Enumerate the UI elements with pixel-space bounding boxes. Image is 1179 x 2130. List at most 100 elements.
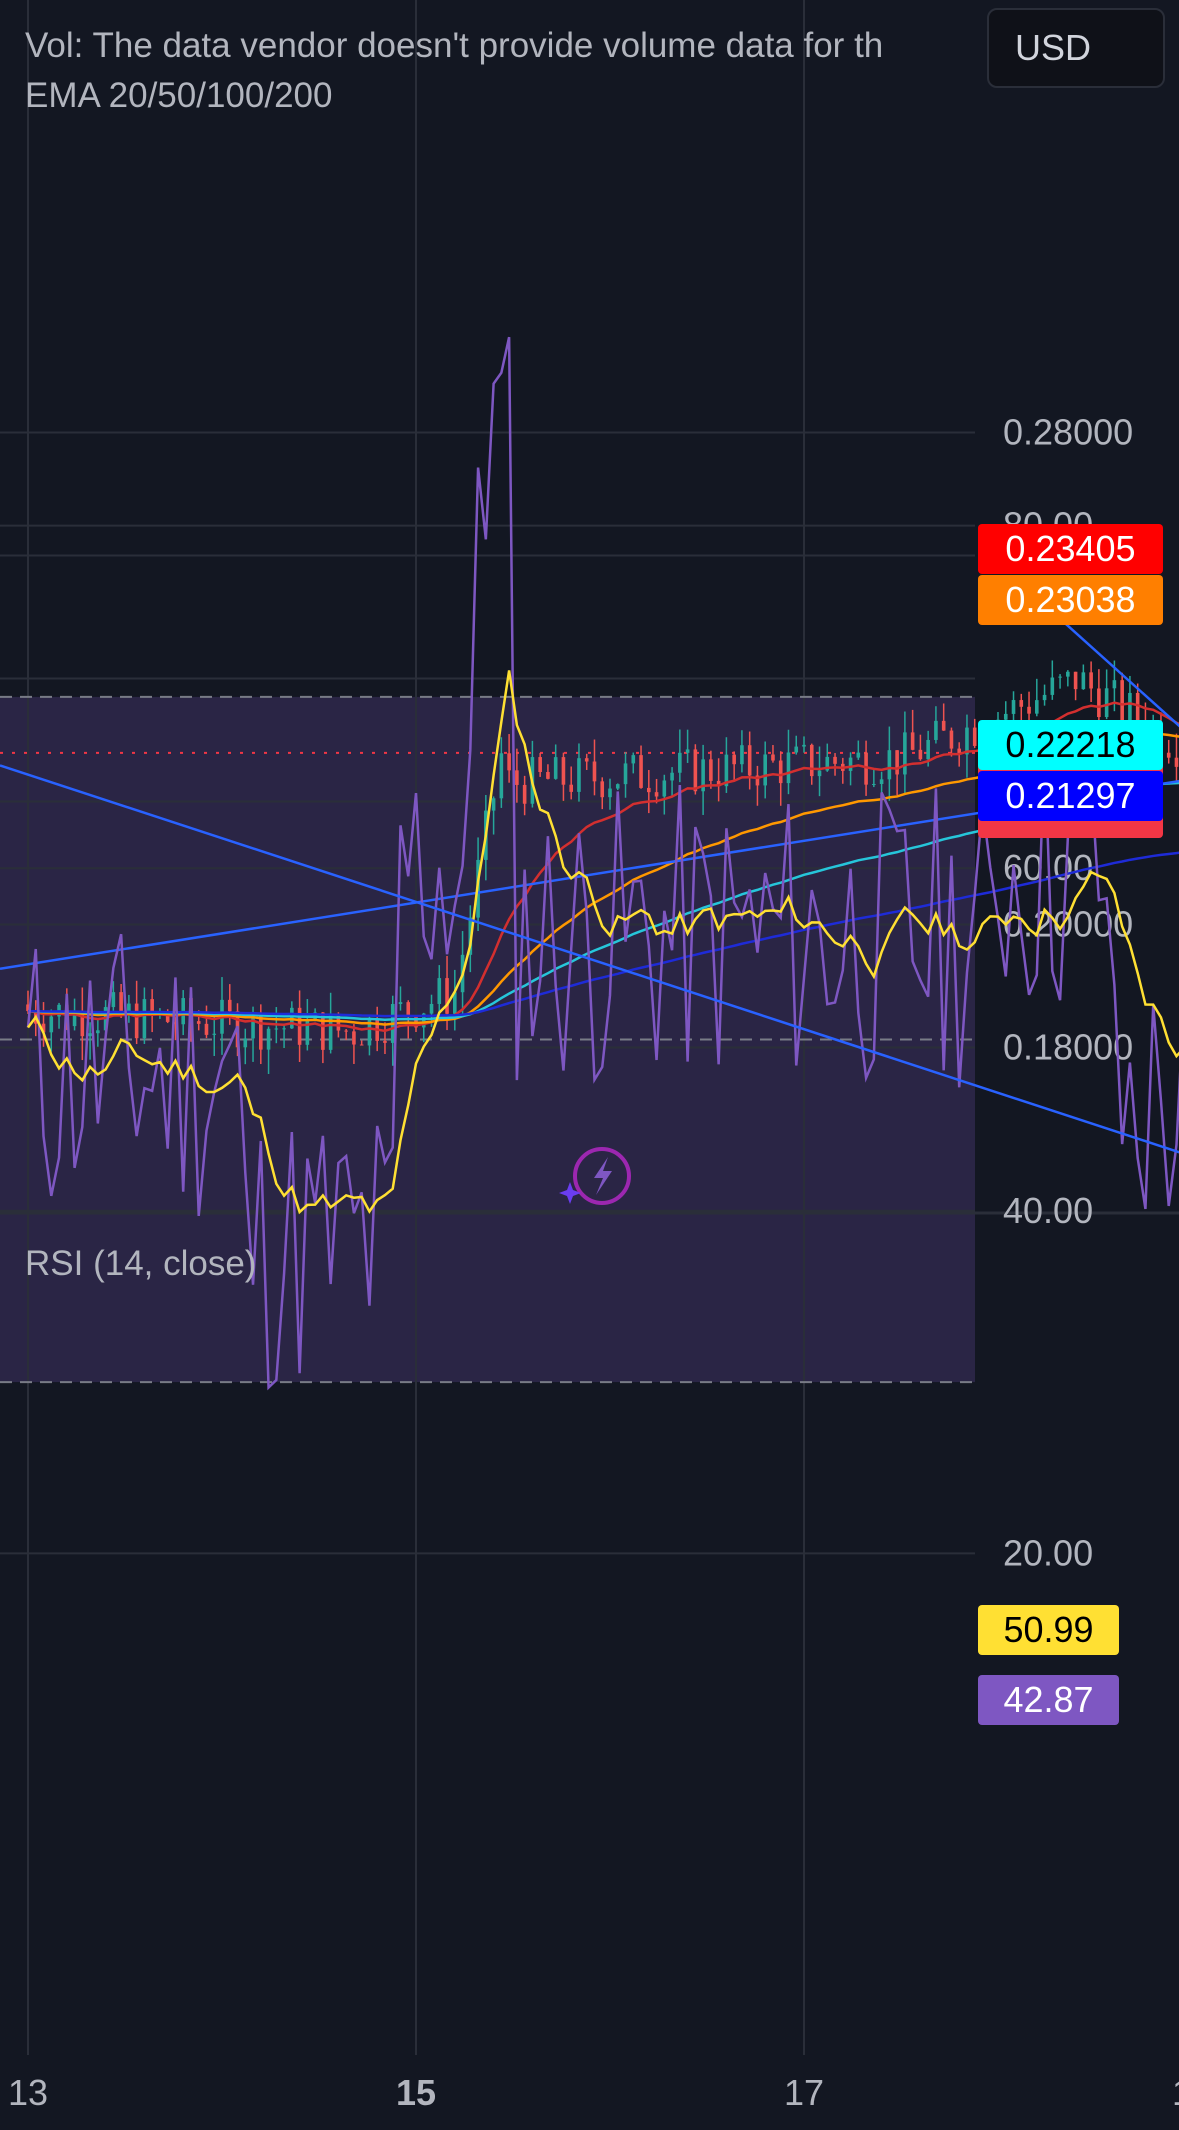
- candle: [1058, 676, 1062, 678]
- candle: [678, 752, 682, 773]
- candle: [196, 1021, 201, 1024]
- chart-canvas[interactable]: 0.280000.260000.200000.1800080.0060.0040…: [0, 0, 1179, 2130]
- price-tag: 0.23405: [978, 524, 1163, 574]
- candle: [1019, 700, 1024, 707]
- time-axis-label: 13: [8, 2072, 48, 2113]
- candle: [941, 720, 946, 731]
- candle: [654, 792, 659, 797]
- candle: [615, 784, 620, 789]
- candle: [499, 753, 504, 799]
- candle: [934, 720, 938, 740]
- candle: [647, 787, 651, 793]
- candle: [538, 757, 542, 773]
- candle: [592, 761, 597, 782]
- candle: [227, 999, 232, 1012]
- candle: [398, 1002, 403, 1005]
- candle: [1081, 672, 1086, 690]
- candle: [553, 757, 558, 779]
- candle: [631, 755, 636, 764]
- candle: [809, 744, 814, 777]
- candle: [771, 754, 775, 761]
- candle: [903, 732, 907, 775]
- candle: [561, 757, 566, 785]
- candle: [872, 783, 876, 785]
- candle: [584, 758, 589, 762]
- rsi-tick-label: 40.00: [1003, 1190, 1093, 1231]
- candle: [1112, 680, 1117, 689]
- chart-app: 0.280000.260000.200000.1800080.0060.0040…: [0, 0, 1179, 2130]
- candle: [1174, 757, 1179, 767]
- price-tag: 0.21297: [978, 771, 1163, 821]
- candle: [1073, 671, 1078, 690]
- candle: [383, 1040, 387, 1043]
- candle: [732, 754, 736, 765]
- time-axis-label: 19: [1172, 2072, 1179, 2113]
- candle: [1166, 752, 1171, 758]
- candle: [1035, 700, 1039, 714]
- candle: [282, 1028, 286, 1030]
- candle: [445, 978, 449, 1014]
- candle: [608, 788, 612, 798]
- candle: [763, 754, 767, 786]
- candle: [949, 730, 954, 749]
- price-tick-label: 0.28000: [1003, 412, 1133, 453]
- rsi-indicator-label[interactable]: RSI (14, close): [25, 1244, 256, 1284]
- candle: [910, 732, 915, 750]
- candle: [1003, 713, 1008, 720]
- candle: [577, 758, 581, 792]
- candle: [1104, 688, 1109, 718]
- candle: [1089, 672, 1093, 689]
- candle: [406, 1002, 411, 1017]
- candle: [794, 746, 799, 753]
- candle: [491, 798, 496, 811]
- candle: [918, 749, 923, 760]
- candle: [1042, 694, 1047, 701]
- candle: [274, 1028, 279, 1030]
- price-tag: 0.23038: [978, 575, 1163, 625]
- volume-note: Vol: The data vendor doesn't provide vol…: [25, 26, 884, 65]
- candle: [429, 1003, 434, 1014]
- candle: [344, 1030, 348, 1032]
- candle: [111, 992, 116, 1008]
- candle: [1128, 692, 1132, 722]
- candle: [670, 772, 674, 781]
- candle: [266, 1028, 271, 1050]
- candle: [856, 752, 861, 758]
- candle: [926, 739, 930, 760]
- candle: [833, 756, 837, 764]
- candle: [895, 750, 899, 775]
- time-axis-label: 15: [396, 2072, 436, 2113]
- candle: [709, 759, 713, 781]
- candle: [778, 760, 783, 784]
- candle: [1135, 692, 1140, 723]
- candle: [972, 727, 977, 746]
- candle: [134, 1003, 139, 1039]
- lightning-sparkle-icon[interactable]: [556, 1140, 636, 1210]
- candle: [1027, 706, 1031, 714]
- candle: [879, 779, 884, 784]
- candle: [1066, 671, 1070, 677]
- candle: [569, 784, 573, 792]
- candle: [1097, 688, 1101, 718]
- candle: [817, 770, 822, 777]
- currency-selector[interactable]: USD: [987, 8, 1165, 88]
- candle: [142, 999, 147, 1039]
- candle: [1120, 680, 1124, 722]
- candle: [623, 763, 628, 785]
- time-axis-label: 17: [784, 2072, 824, 2113]
- candle: [522, 784, 527, 804]
- candle: [1011, 700, 1016, 714]
- candle: [600, 781, 605, 798]
- candle: [49, 1016, 54, 1033]
- rsi-value-tag: 42.87: [978, 1675, 1119, 1725]
- candle: [1050, 677, 1055, 695]
- candle: [546, 772, 550, 779]
- candle: [243, 1038, 248, 1048]
- rsi-value-tag: 50.99: [978, 1605, 1119, 1655]
- candle: [96, 1030, 100, 1034]
- candle: [693, 749, 698, 792]
- candle: [88, 1033, 92, 1037]
- price-tick-label: 0.18000: [1003, 1027, 1133, 1068]
- candle: [515, 770, 519, 785]
- ema-indicator-label[interactable]: EMA 20/50/100/200: [25, 76, 332, 116]
